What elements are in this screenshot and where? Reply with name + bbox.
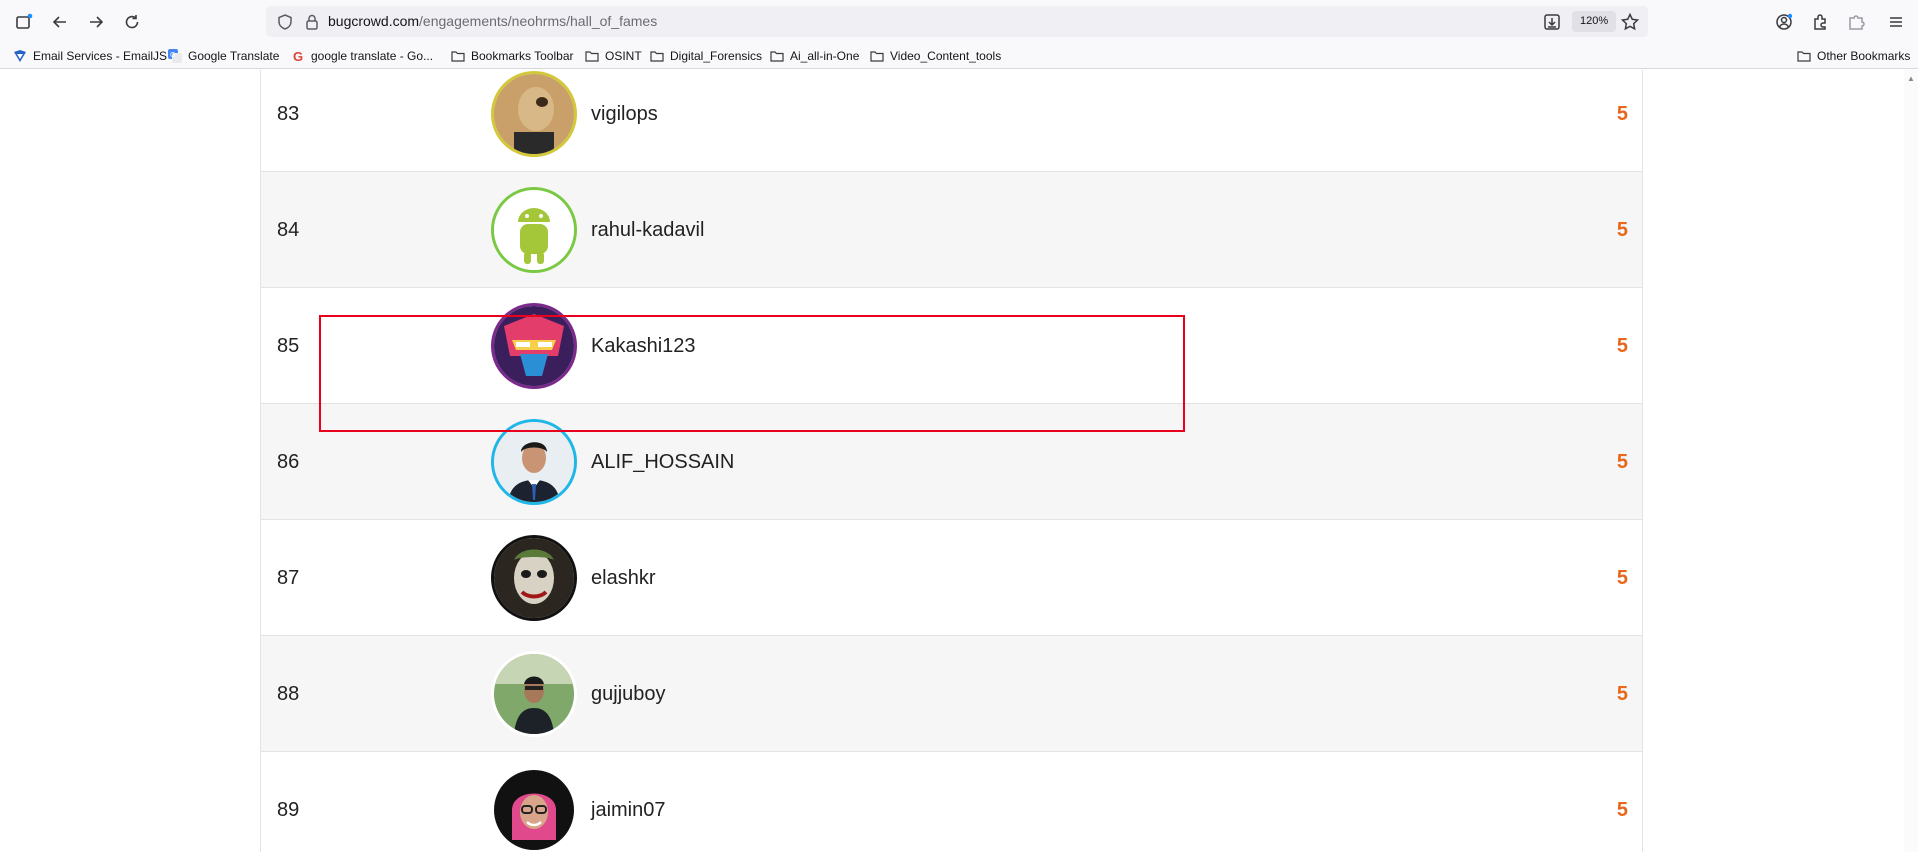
page-scrollbar[interactable]: ▲ [1904,70,1918,852]
back-icon[interactable] [46,8,74,36]
reload-icon[interactable] [118,8,146,36]
points: 5 [1616,451,1628,473]
points: 5 [1616,683,1628,705]
folder-icon [450,48,466,64]
bookmark-folder-video[interactable]: Video_Content_tools [869,46,1001,66]
avatar[interactable] [491,651,577,737]
folder-icon [1796,48,1812,64]
bookmark-label: Email Services - EmailJS [33,49,168,63]
svg-text:G: G [170,51,175,59]
table-row: 86 ALIF_HOSSAIN 5 [261,404,1642,520]
rank-number: 85 [277,335,300,357]
rank-number: 88 [277,683,300,705]
bookmark-google-translate-search[interactable]: G google translate - Go... [290,46,433,66]
table-row: 84 rahul-kadavil 5 [261,172,1642,288]
address-bar[interactable]: bugcrowd.com/engagements/neohrms/hall_of… [266,6,1648,37]
rank-number: 87 [277,567,300,589]
tracking-protection-icon[interactable] [276,13,294,31]
folder-icon [869,48,885,64]
bookmark-label: Bookmarks Toolbar [471,49,574,63]
url-host: bugcrowd.com [328,13,420,29]
bookmark-label: Other Bookmarks [1817,49,1911,63]
url-path: /engagements/neohrms/hall_of_fames [419,13,658,29]
extension-puzzle-icon[interactable] [1842,8,1870,36]
tab-overview-icon[interactable] [10,8,38,36]
url-text[interactable]: bugcrowd.com/engagements/neohrms/hall_of… [328,13,657,29]
points: 5 [1616,103,1628,125]
username[interactable]: jaimin07 [591,752,665,852]
rank-number: 84 [277,219,300,241]
lock-icon[interactable] [304,13,320,31]
points: 5 [1616,567,1628,589]
bookmark-label: Google Translate [188,49,280,63]
bookmark-folder-other[interactable]: Other Bookmarks [1796,46,1910,66]
points: 5 [1616,799,1628,821]
table-row: 87 elashkr 5 [261,520,1642,636]
bookmark-folder-osint[interactable]: OSINT [584,46,642,66]
bookmark-google-translate[interactable]: G Google Translate [167,46,279,66]
bookmark-label: google translate - Go... [311,49,434,63]
avatar[interactable] [491,187,577,273]
bookmark-folder-toolbar[interactable]: Bookmarks Toolbar [450,46,574,66]
forward-icon[interactable] [82,8,110,36]
bookmark-label: Digital_Forensics [670,49,763,63]
bookmark-star-icon[interactable] [1620,12,1640,32]
username[interactable]: gujjuboy [591,636,666,752]
menu-icon[interactable] [1882,8,1910,36]
points: 5 [1616,335,1628,357]
table-row: 88 gujjuboy 5 [261,636,1642,752]
rank-number: 86 [277,451,300,473]
account-icon[interactable] [1770,8,1798,36]
folder-icon [584,48,600,64]
avatar[interactable] [491,767,577,852]
username[interactable]: ALIF_HOSSAIN [591,404,734,520]
bookmark-label: OSINT [605,49,642,63]
extensions-icon[interactable] [1806,8,1834,36]
bookmark-label: Video_Content_tools [890,49,1002,63]
table-row: 89 jaimin07 5 [261,752,1642,852]
hall-of-fame-leaderboard: 83 vigilops 5 84 rahul-kadavil 5 85 Kaka… [260,70,1643,852]
scroll-up-arrow-icon[interactable]: ▲ [1907,74,1915,83]
avatar[interactable] [491,419,577,505]
rank-number: 83 [277,103,300,125]
points: 5 [1616,219,1628,241]
username[interactable]: elashkr [591,520,655,636]
google-translate-icon: G [167,48,183,64]
rank-number: 89 [277,799,300,821]
page-content: 83 vigilops 5 84 rahul-kadavil 5 85 Kaka… [0,70,1918,852]
bookmark-emailjs[interactable]: Email Services - EmailJS [12,46,167,66]
bookmark-folder-ai[interactable]: Ai_all-in-One [769,46,859,66]
table-row: 83 vigilops 5 [261,70,1642,172]
zoom-level[interactable]: 120% [1572,11,1617,32]
avatar[interactable] [491,535,577,621]
google-icon: G [292,48,304,64]
avatar[interactable] [491,303,577,389]
bookmarks-toolbar: Email Services - EmailJS G Google Transl… [0,43,1918,69]
folder-icon [769,48,785,64]
username[interactable]: Kakashi123 [591,288,696,404]
emailjs-icon [12,48,28,64]
folder-icon [649,48,665,64]
username[interactable]: vigilops [591,70,658,172]
avatar[interactable] [491,71,577,157]
bookmark-label: Ai_all-in-One [790,49,860,63]
browser-toolbar: bugcrowd.com/engagements/neohrms/hall_of… [0,0,1918,43]
table-row: 85 Kakashi123 5 [261,288,1642,404]
bookmark-folder-forensics[interactable]: Digital_Forensics [649,46,762,66]
download-page-icon[interactable] [1542,12,1562,32]
username[interactable]: rahul-kadavil [591,172,704,288]
